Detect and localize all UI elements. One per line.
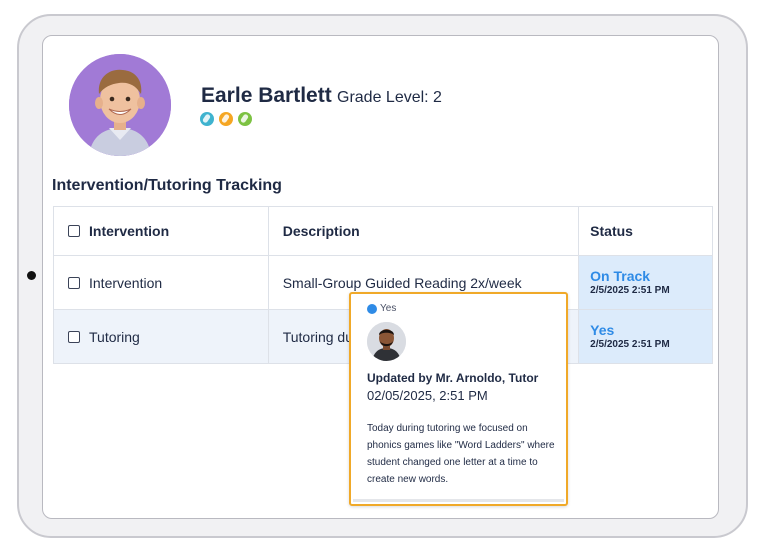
student-name: Earle Bartlett <box>201 84 332 107</box>
section-title: Intervention/Tutoring Tracking <box>52 177 282 194</box>
popover-updated-by: Updated by Mr. Arnoldo, Tutor <box>367 371 539 385</box>
status-detail-popover: Yes Updated by Mr. Arnoldo, Tutor 02/05/… <box>349 292 568 506</box>
app-screen: Earle Bartlett Grade Level: 2 Interventi… <box>42 35 719 519</box>
student-badges <box>200 112 252 126</box>
row-checkbox[interactable] <box>68 330 80 343</box>
popover-status-label: Yes <box>380 303 397 314</box>
status-label[interactable]: On Track <box>590 268 712 284</box>
status-label[interactable]: Yes <box>590 322 712 338</box>
popover-footer-bar <box>353 499 564 502</box>
popover-date: 02/05/2025, 2:51 PM <box>367 388 488 403</box>
intervention-cell: Intervention <box>53 255 269 310</box>
status-cell[interactable]: On Track 2/5/2025 2:51 PM <box>578 255 713 310</box>
status-dot-icon <box>367 303 377 314</box>
tablet-camera-dot <box>27 271 36 280</box>
intervention-cell: Tutoring <box>53 309 269 364</box>
status-timestamp: 2/5/2025 2:51 PM <box>590 339 670 350</box>
student-avatar <box>69 54 171 156</box>
leaf-badge-icon <box>219 112 233 126</box>
column-header-description: Description <box>267 206 580 256</box>
leaf-badge-icon <box>238 112 252 126</box>
column-header-intervention: Intervention <box>53 206 269 256</box>
popover-status: Yes <box>367 303 396 314</box>
tutor-avatar <box>367 322 406 361</box>
leaf-badge-icon <box>200 112 214 126</box>
status-timestamp: 2/5/2025 2:51 PM <box>590 285 670 296</box>
popover-note: Today during tutoring we focused on phon… <box>367 423 555 485</box>
select-all-checkbox[interactable] <box>68 225 80 237</box>
column-header-status: Status <box>578 206 713 256</box>
grade-level: Grade Level: 2 <box>337 89 442 106</box>
status-cell[interactable]: Yes 2/5/2025 2:51 PM <box>578 309 713 364</box>
row-checkbox[interactable] <box>68 276 80 289</box>
table-header-row: Intervention Description Status <box>53 206 713 256</box>
